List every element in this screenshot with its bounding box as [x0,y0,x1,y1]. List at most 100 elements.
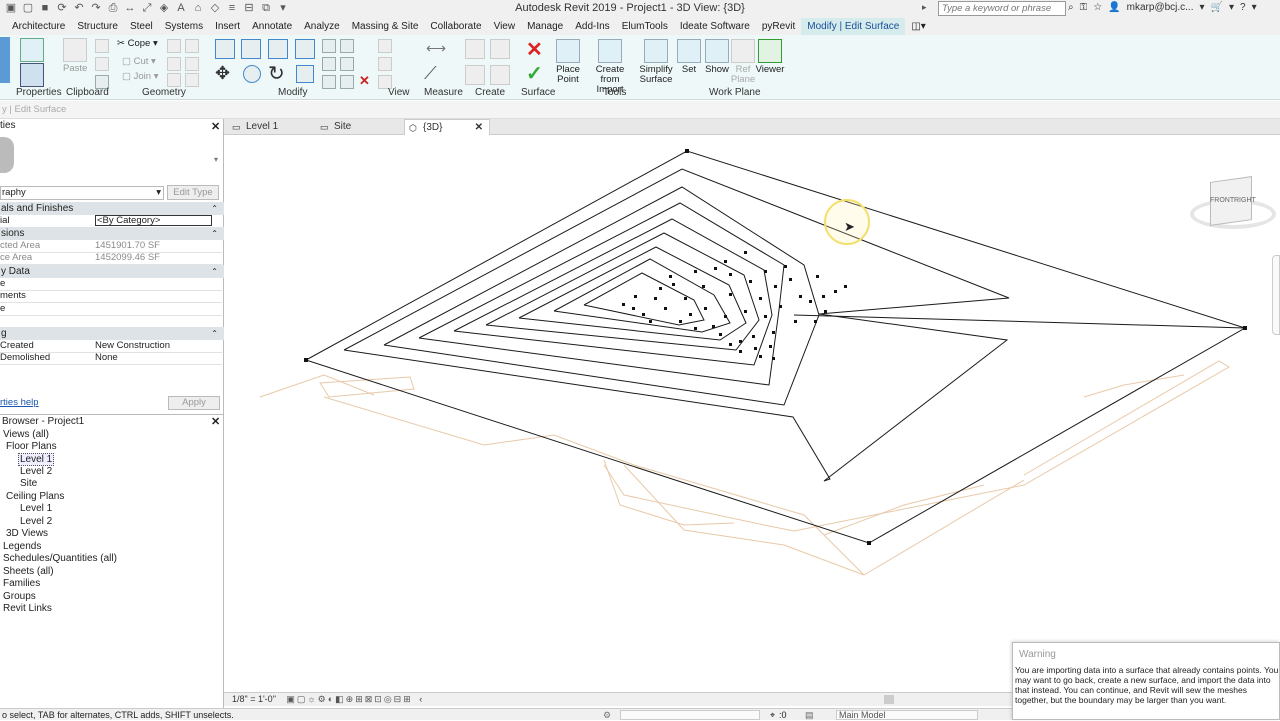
save-icon[interactable]: ■ [38,1,52,15]
switch-windows-icon[interactable]: ⧉ [259,1,273,15]
binoculars-icon[interactable]: ⌕ [1068,2,1074,13]
cancel-edit-surface-icon[interactable]: ✕ [526,37,543,62]
selection-filter-icon[interactable]: ⌖ [770,709,775,721]
pin-icon[interactable] [322,75,336,89]
tree-ceiling-plans[interactable]: Ceiling Plans [6,491,64,502]
viewer-button[interactable]: Viewer [756,39,784,75]
3d-view-canvas[interactable]: ➤ FRONT RIGHT [224,135,1280,692]
ref-plane-button[interactable]: Ref Plane [731,39,755,85]
section-icon[interactable]: ◇ [208,1,222,15]
create-assembly-icon[interactable] [465,65,485,85]
redo-icon[interactable]: ↷ [89,1,103,15]
geometry-tool-icon[interactable] [167,73,181,87]
tab-steel[interactable]: Steel [124,18,159,35]
instance-filter-select[interactable]: raphy ▾ [0,186,164,200]
viewcube-front-face[interactable]: FRONT [1210,197,1234,204]
type-selector-dropdown-icon[interactable]: ▾ [214,155,218,164]
join-button[interactable]: ▢ Join ▾ [122,71,158,82]
properties-button[interactable] [20,38,44,64]
paste-button[interactable]: Paste [63,38,87,74]
property-row[interactable]: Demolished None [0,352,222,365]
cope-button[interactable]: ✂ Cope ▾ [117,38,158,49]
set-work-plane-button[interactable]: Set [677,39,701,75]
tree-floor-plan-level-1[interactable]: Level 1 [18,453,55,466]
tree-3d-views[interactable]: 3D Views [6,528,48,539]
tab-modify-edit-surface[interactable]: Modify | Edit Surface [801,18,906,35]
help-icon[interactable]: ? [1240,2,1246,13]
property-row[interactable]: ial <By Category> [0,215,222,228]
chevron-left-icon[interactable]: ‹ [419,694,422,704]
split-gap-icon[interactable] [340,39,354,53]
tab-annotate[interactable]: Annotate [246,18,298,35]
dimension-aligned-icon[interactable]: ⟋ [424,63,437,84]
chevron-down-icon[interactable]: ▾ [1229,2,1234,13]
finish-edit-surface-icon[interactable]: ✓ [526,61,543,86]
override-graphics-icon[interactable] [378,57,392,71]
view-tab-site[interactable]: ▭ Site [316,119,402,135]
search-expand-icon[interactable]: ▸ [922,2,927,13]
tree-groups[interactable]: Groups [3,591,36,602]
apply-button[interactable]: Apply [168,396,220,410]
geometry-tool-icon[interactable] [167,39,181,53]
section-header-materials[interactable]: als and Finishes ⌃ [0,202,224,215]
view-scale[interactable]: 1/8" = 1'-0" [232,694,276,704]
section-header-dimensions[interactable]: sions ⌃ [0,227,224,240]
subscription-icon[interactable]: ⚿ [1080,2,1088,13]
toposurface-drawing[interactable] [224,135,1280,692]
offset-icon[interactable] [241,39,261,59]
section-header-identity[interactable]: y Data ⌃ [0,265,224,278]
collapse-icon[interactable]: ⌃ [211,327,218,340]
close-icon[interactable]: ✕ [475,120,483,136]
worksets-icon[interactable]: ⚙ [603,709,611,721]
property-row[interactable]: e [0,278,222,291]
place-point-button[interactable]: Place Point [553,39,583,85]
tree-floor-plan-site[interactable]: Site [20,478,37,489]
tree-floor-plans[interactable]: Floor Plans [6,441,57,452]
collapse-icon[interactable]: ⌃ [211,202,218,215]
tree-ceiling-level-1[interactable]: Level 1 [20,503,52,514]
geometry-tool-icon[interactable] [185,57,199,71]
scale-icon[interactable] [340,57,354,71]
tree-families[interactable]: Families [3,578,40,589]
user-icon[interactable]: 👤 [1108,2,1120,13]
tree-revit-links[interactable]: Revit Links [3,603,52,614]
close-hidden-icon[interactable]: ⊟ [242,1,256,15]
collapse-icon[interactable]: ⌃ [211,227,218,240]
undo-icon[interactable]: ↶ [72,1,86,15]
design-option-select[interactable]: Main Model [836,710,978,720]
tab-architecture[interactable]: Architecture [6,18,71,35]
type-properties-button[interactable] [20,63,44,89]
chevron-down-icon[interactable]: ▾ [1200,2,1205,13]
open-icon[interactable]: ▢ [21,1,35,15]
property-row[interactable]: e [0,303,222,316]
sync-icon[interactable]: ⟳ [55,1,69,15]
view-tab-level-1[interactable]: ▭ Level 1 [228,119,314,135]
array-icon[interactable] [322,57,336,71]
mirror-draw-icon[interactable] [295,39,315,59]
properties-help-link[interactable]: rties help [0,397,39,408]
navigation-bar[interactable] [1272,255,1280,335]
create-part-icon[interactable] [465,39,485,59]
tree-views-all[interactable]: Views (all) [3,429,49,440]
tree-schedules[interactable]: Schedules/Quantities (all) [3,553,117,564]
user-name[interactable]: mkarp@bcj.c... [1127,2,1194,13]
viewcube[interactable]: FRONT RIGHT [1190,175,1276,239]
split-icon[interactable] [322,39,336,53]
simplify-surface-button[interactable]: Simplify Surface [638,39,674,85]
cut-icon[interactable] [95,39,109,53]
section-header-phasing[interactable]: g ⌃ [0,327,224,340]
view-control-icons[interactable]: ▣▢☼⚙◐◧⊕⊞⊠⊡◎⊟⊞ [286,694,412,704]
property-row[interactable]: Created New Construction [0,340,222,353]
chevron-down-icon[interactable]: ▾ [1252,2,1257,13]
app-menu-icon[interactable]: ▣ [4,1,18,15]
dimension-icon[interactable]: ⤢ [140,1,154,15]
align-icon[interactable] [215,39,235,59]
design-options-icon[interactable]: ▤ [805,709,814,721]
favorites-star-icon[interactable]: ☆ [1093,2,1102,13]
rotate-icon[interactable]: ↻ [268,61,285,86]
tab-view[interactable]: View [488,18,522,35]
copy-icon[interactable] [95,57,109,71]
tab-massing-site[interactable]: Massing & Site [346,18,425,35]
edit-type-button[interactable]: Edit Type [167,185,219,200]
3d-view-icon[interactable]: ⌂ [191,1,205,15]
